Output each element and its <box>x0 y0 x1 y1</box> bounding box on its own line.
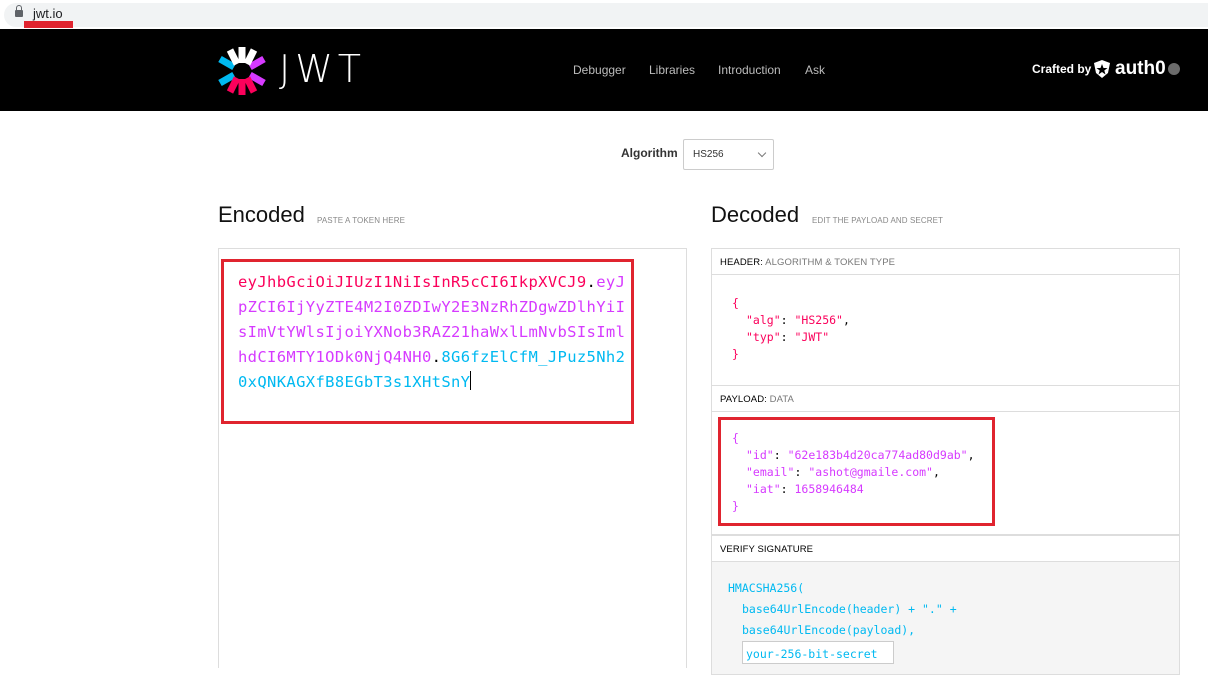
jwt-logo-icon[interactable] <box>216 45 268 97</box>
header-section-label: HEADER: ALGORITHM & TOKEN TYPE <box>712 249 1179 275</box>
site-header: JWT Debugger Libraries Introduction Ask … <box>0 29 1208 111</box>
header-json-editor[interactable]: { "alg": "HS256", "typ": "JWT" } <box>712 275 1179 363</box>
payload-highlight-box <box>718 417 995 526</box>
decoded-title: Decoded <box>711 202 800 227</box>
nav-link-debugger[interactable]: Debugger <box>573 63 626 77</box>
payload-section-label: PAYLOAD: DATA <box>712 386 1179 412</box>
decoded-header-panel: HEADER: ALGORITHM & TOKEN TYPE { "alg": … <box>711 248 1180 386</box>
chevron-down-icon <box>757 148 767 158</box>
url-highlight-mark <box>24 21 73 28</box>
verify-signature-panel: VERIFY SIGNATURE HMACSHA256( base64UrlEn… <box>711 535 1180 675</box>
encoded-title: Encoded <box>218 202 305 227</box>
algorithm-label: Algorithm <box>621 146 678 160</box>
secret-input[interactable]: your-256-bit-secret <box>742 641 894 664</box>
nav-link-libraries[interactable]: Libraries <box>649 63 695 77</box>
help-icon[interactable] <box>1168 63 1180 75</box>
decoded-subtitle: EDIT THE PAYLOAD AND SECRET <box>812 216 944 225</box>
algorithm-select[interactable]: HS256 <box>683 139 774 170</box>
token-highlight-box <box>221 259 634 424</box>
url-text[interactable]: jwt.io <box>33 6 63 21</box>
logo-wordmark[interactable]: JWT <box>279 47 366 91</box>
auth0-shield-icon <box>1094 60 1110 78</box>
crafted-by-label: Crafted by <box>1032 62 1092 76</box>
auth0-link[interactable]: auth0 <box>1092 57 1166 81</box>
signature-code: HMACSHA256( base64UrlEncode(header) + ".… <box>712 562 1179 665</box>
algorithm-value: HS256 <box>693 149 724 160</box>
auth0-wordmark: auth0 <box>1115 58 1166 79</box>
lock-icon[interactable] <box>15 5 23 17</box>
nav-link-ask[interactable]: Ask <box>805 63 825 77</box>
browser-address-bar: jwt.io <box>0 0 1208 29</box>
url-field[interactable] <box>4 3 1208 27</box>
nav-link-introduction[interactable]: Introduction <box>718 63 781 77</box>
encoded-subtitle: PASTE A TOKEN HERE <box>317 216 406 225</box>
verify-signature-label: VERIFY SIGNATURE <box>712 536 1179 562</box>
